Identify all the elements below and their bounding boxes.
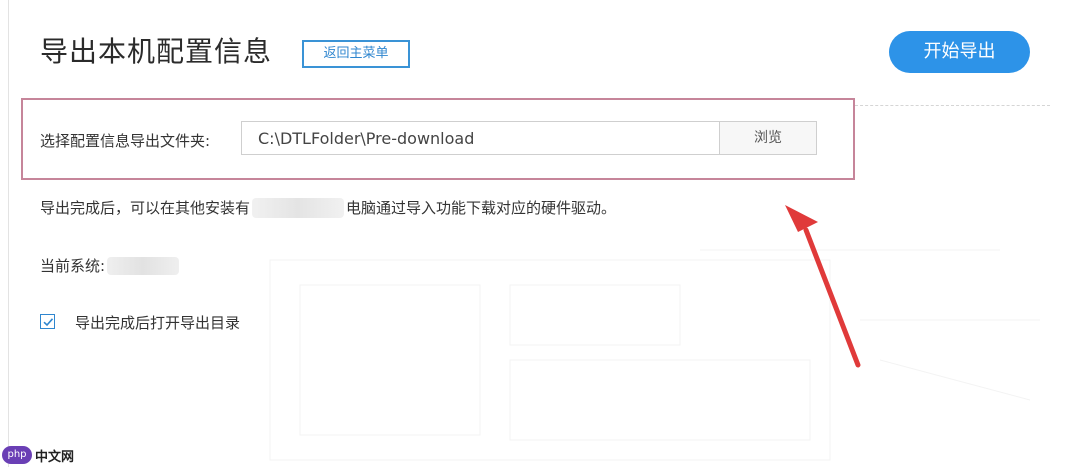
php-cn-watermark: php 中文网: [2, 444, 74, 466]
watermark-badge: php: [2, 446, 32, 464]
watermark-text: 中文网: [35, 449, 75, 465]
annotation-arrow-icon: [785, 205, 861, 368]
